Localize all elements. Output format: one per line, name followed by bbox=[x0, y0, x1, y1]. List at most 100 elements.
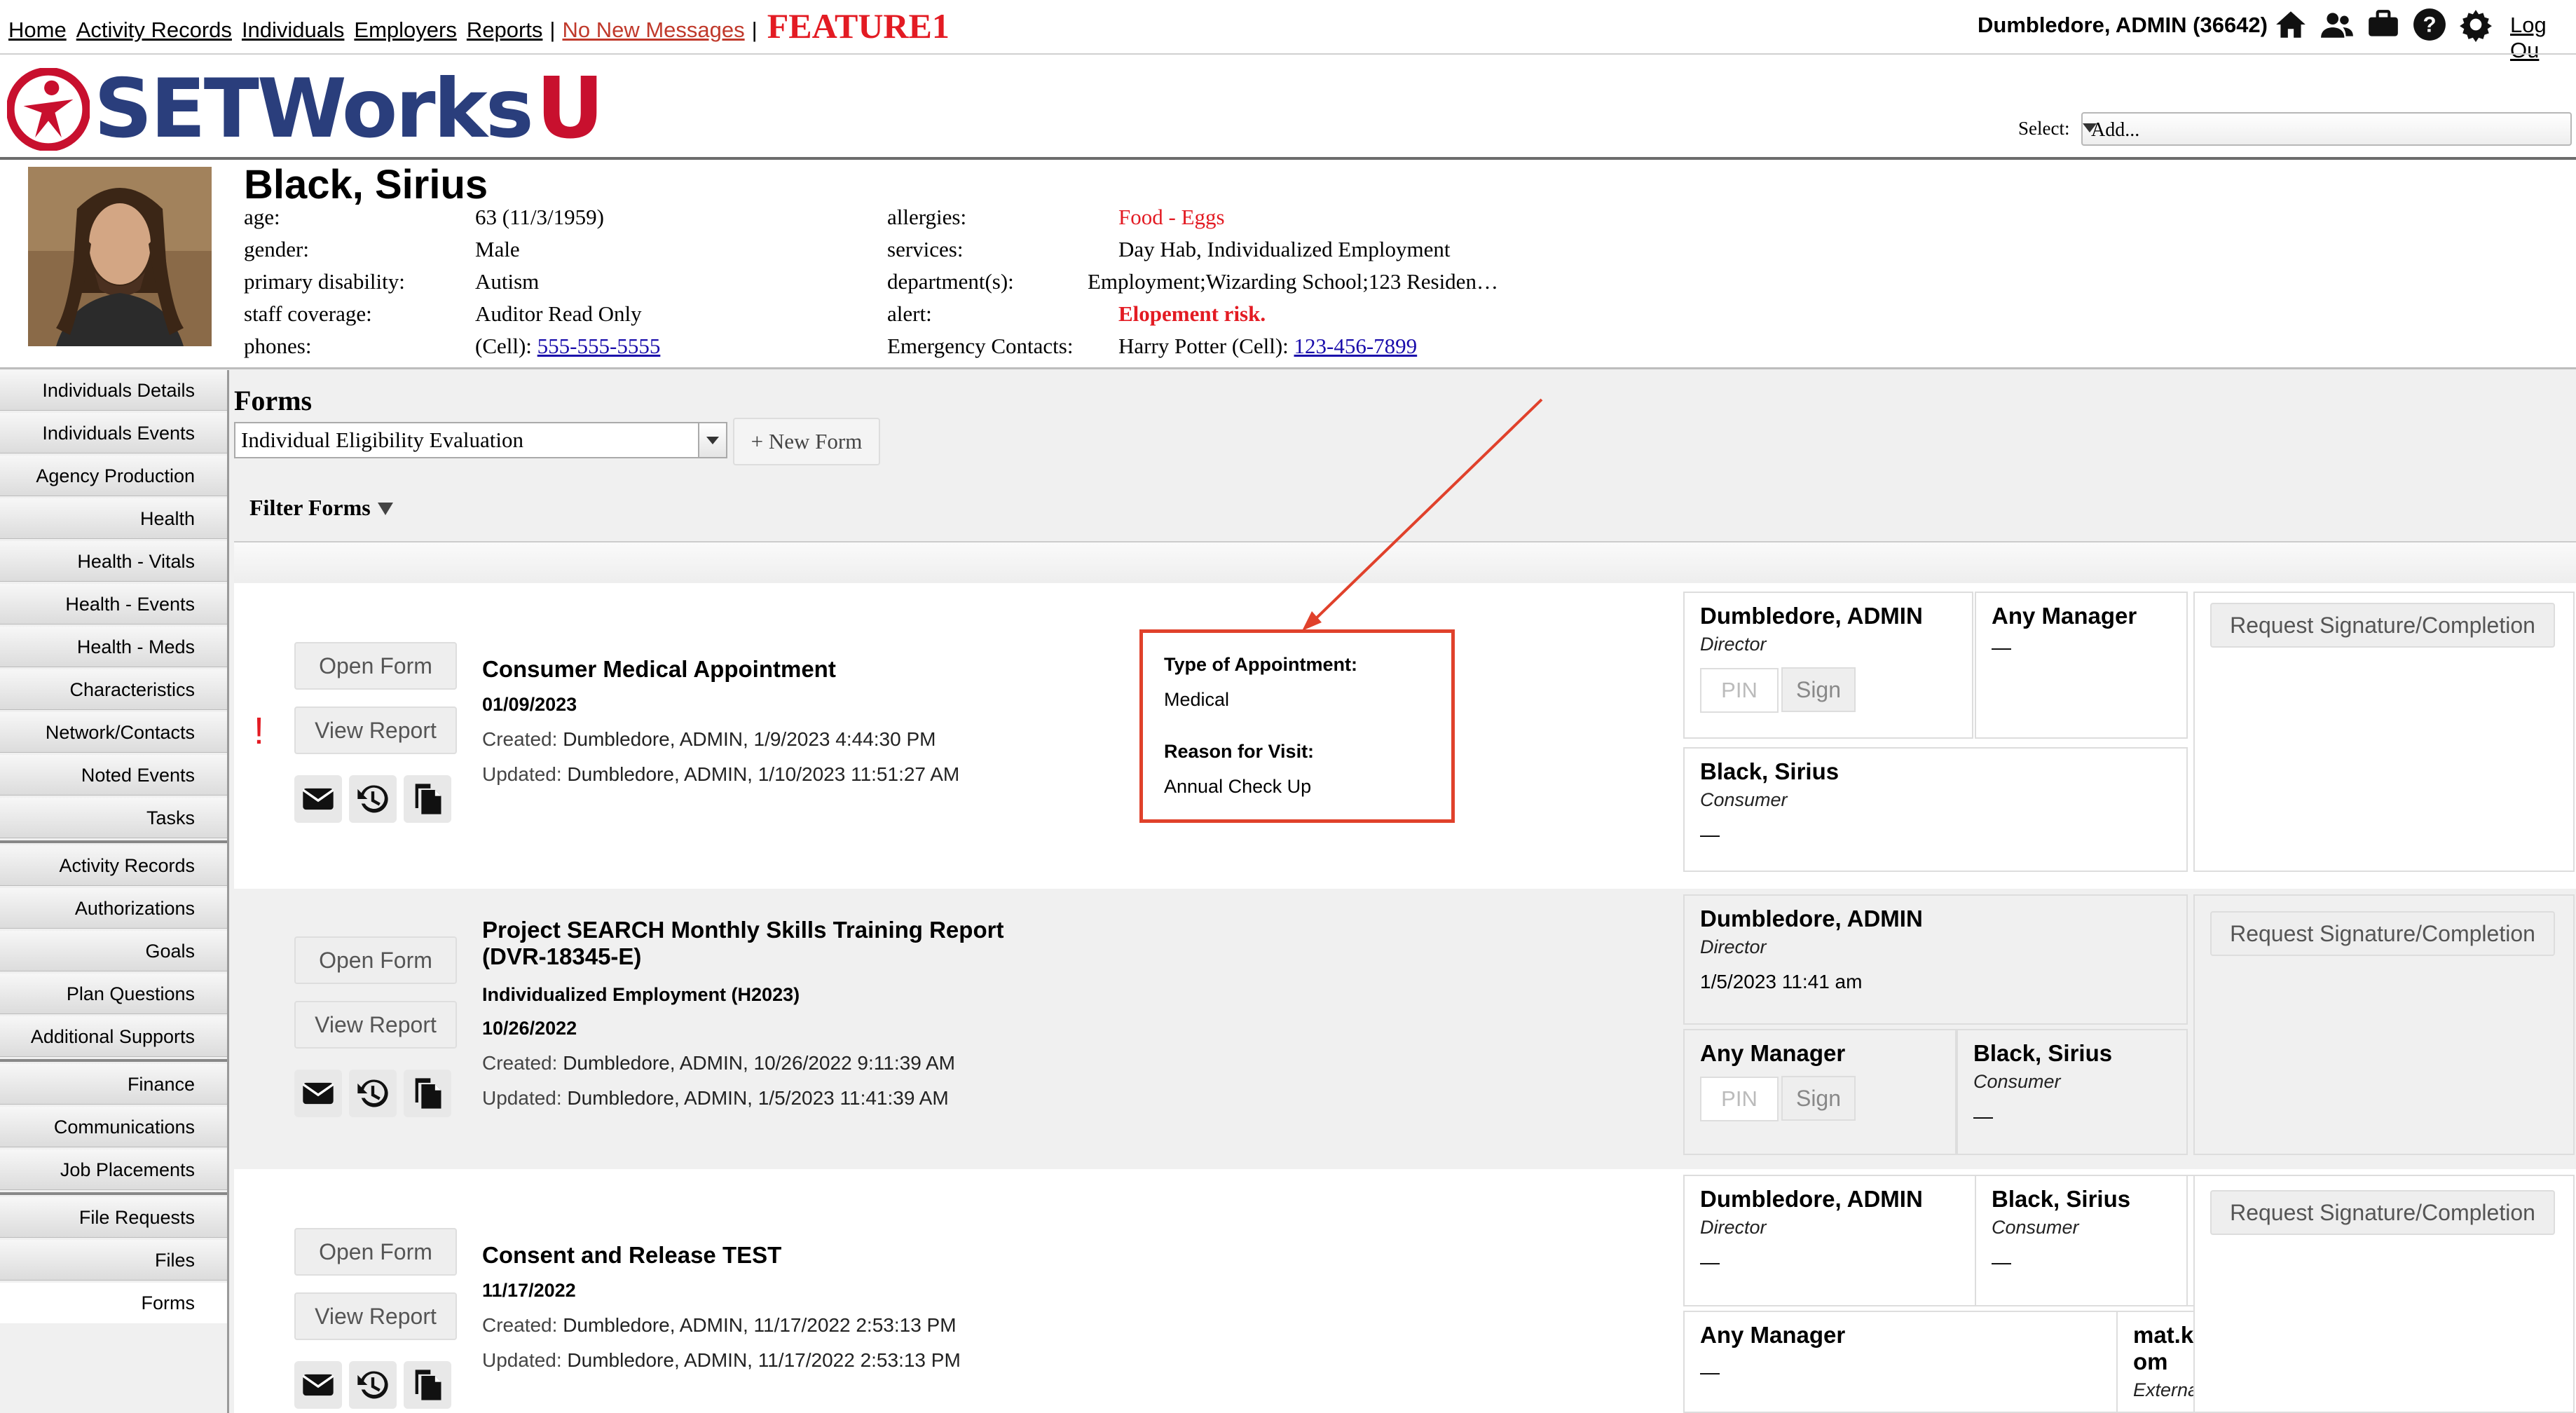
open-form-button[interactable]: Open Form bbox=[294, 936, 457, 984]
logout-link[interactable]: Log Ou bbox=[2510, 13, 2576, 63]
sidebar-item-communications[interactable]: Communications bbox=[0, 1107, 228, 1147]
form-title[interactable]: Project SEARCH Monthly Skills Training R… bbox=[482, 917, 1003, 970]
signer-name: Black, Sirius bbox=[1700, 758, 1839, 784]
sidebar-item-plan-questions[interactable]: Plan Questions bbox=[0, 974, 228, 1014]
filter-forms-toggle[interactable]: Filter Forms bbox=[249, 495, 393, 521]
gender-value: Male bbox=[475, 237, 520, 261]
sidebar-item-noted-events[interactable]: Noted Events bbox=[0, 755, 228, 796]
nav-reports-link[interactable]: Reports bbox=[467, 18, 543, 43]
form-title-line1: Project SEARCH Monthly Skills Training R… bbox=[482, 917, 1004, 943]
history-button[interactable] bbox=[349, 1070, 397, 1117]
sidebar-item-finance[interactable]: Finance bbox=[0, 1064, 228, 1105]
sidebar-item-authorizations[interactable]: Authorizations bbox=[0, 888, 228, 929]
nav-separator: | bbox=[549, 18, 556, 42]
email-button[interactable] bbox=[294, 775, 342, 823]
sidebar-item-file-requests[interactable]: File Requests bbox=[0, 1197, 228, 1238]
new-form-button[interactable]: + New Form bbox=[733, 418, 880, 465]
help-icon[interactable]: ? bbox=[2412, 7, 2447, 42]
sidebar-item-health[interactable]: Health bbox=[0, 498, 228, 539]
sidebar-item-health-vitals[interactable]: Health - Vitals bbox=[0, 541, 228, 582]
annotation-callout: Type of Appointment: Medical Reason for … bbox=[1139, 629, 1455, 823]
copy-button[interactable] bbox=[404, 775, 451, 823]
sidebar-item-job-placements[interactable]: Job Placements bbox=[0, 1149, 228, 1190]
view-report-button[interactable]: View Report bbox=[294, 1001, 457, 1049]
created-value: Dumbledore, ADMIN, 1/9/2023 4:44:30 PM bbox=[563, 728, 936, 750]
sidebar-item-tasks[interactable]: Tasks bbox=[0, 798, 228, 838]
created-value: Dumbledore, ADMIN, 11/17/2022 2:53:13 PM bbox=[563, 1314, 957, 1336]
disability-value: Autism bbox=[475, 269, 540, 294]
form-type-select[interactable]: Individual Eligibility Evaluation bbox=[234, 422, 727, 458]
age-label: age: bbox=[244, 205, 280, 229]
history-button[interactable] bbox=[349, 1361, 397, 1409]
setworks-logo[interactable]: SETWorks U bbox=[7, 67, 604, 151]
current-user: Dumbledore, ADMIN (36642) bbox=[1978, 13, 2268, 37]
sidebar-item-forms[interactable]: Forms bbox=[0, 1283, 228, 1323]
sidebar-item-activity-records[interactable]: Activity Records bbox=[0, 845, 228, 886]
sidebar-item-individuals-events[interactable]: Individuals Events bbox=[0, 413, 228, 453]
sidebar-item-network-contacts[interactable]: Network/Contacts bbox=[0, 712, 228, 753]
sidebar-item-health-meds[interactable]: Health - Meds bbox=[0, 627, 228, 667]
emergency-phone-link[interactable]: 123-456-7899 bbox=[1294, 334, 1418, 358]
filter-bar bbox=[234, 541, 2576, 586]
history-button[interactable] bbox=[349, 775, 397, 823]
open-form-button[interactable]: Open Form bbox=[294, 642, 457, 690]
users-icon[interactable] bbox=[2320, 7, 2355, 42]
sidebar-item-goals[interactable]: Goals bbox=[0, 931, 228, 971]
signer-card: Dumbledore, ADMIN Director 1/5/2023 11:4… bbox=[1683, 894, 2188, 1025]
sidebar-item-health-events[interactable]: Health - Events bbox=[0, 584, 228, 624]
request-signature-button[interactable]: Request Signature/Completion bbox=[2210, 911, 2555, 956]
signer-name: Black, Sirius bbox=[1992, 1186, 2131, 1212]
form-title[interactable]: Consumer Medical Appointment bbox=[482, 656, 836, 683]
phone-link[interactable]: 555-555-5555 bbox=[537, 334, 661, 358]
created-label: Created: bbox=[482, 1314, 558, 1336]
signer-name: Any Manager bbox=[1700, 1322, 1846, 1348]
email-button[interactable] bbox=[294, 1070, 342, 1117]
sign-button[interactable]: Sign bbox=[1781, 667, 1856, 712]
sidebar-item-files[interactable]: Files bbox=[0, 1240, 228, 1281]
sidebar-item-additional-supports[interactable]: Additional Supports bbox=[0, 1016, 228, 1057]
signer-name: Dumbledore, ADMIN bbox=[1700, 906, 1923, 931]
add-select[interactable]: Add... bbox=[2081, 112, 2572, 146]
sidebar-divider bbox=[0, 1192, 228, 1195]
warning-flag: ! bbox=[254, 710, 265, 752]
request-signature-button[interactable]: Request Signature/Completion bbox=[2210, 603, 2555, 648]
email-button[interactable] bbox=[294, 1361, 342, 1409]
nav-individuals-link[interactable]: Individuals bbox=[242, 18, 344, 43]
open-form-button[interactable]: Open Form bbox=[294, 1228, 457, 1276]
sign-button[interactable]: Sign bbox=[1781, 1076, 1856, 1121]
sidebar-item-characteristics[interactable]: Characteristics bbox=[0, 669, 228, 710]
copy-button[interactable] bbox=[404, 1361, 451, 1409]
signer-card: Black, Sirius Consumer — bbox=[1957, 1029, 2188, 1155]
email-icon bbox=[302, 1082, 334, 1105]
form-meta: Created: Dumbledore, ADMIN, 10/26/2022 9… bbox=[482, 1046, 955, 1116]
chevron-down-icon[interactable] bbox=[698, 423, 726, 457]
nav-employers-link[interactable]: Employers bbox=[354, 18, 456, 43]
sidebar-item-agency-production[interactable]: Agency Production bbox=[0, 456, 228, 496]
view-report-button[interactable]: View Report bbox=[294, 1292, 457, 1340]
email-icon bbox=[302, 1374, 334, 1396]
sidebar-divider bbox=[0, 1059, 228, 1062]
view-report-button[interactable]: View Report bbox=[294, 706, 457, 754]
copy-button[interactable] bbox=[404, 1070, 451, 1117]
messages-link[interactable]: No New Messages bbox=[562, 18, 744, 43]
sidebar: Individuals Details Individuals Events A… bbox=[0, 370, 228, 1325]
filter-forms-label: Filter Forms bbox=[249, 495, 371, 520]
emergency-contacts-label: Emergency Contacts: bbox=[887, 334, 1074, 358]
signer-name: Any Manager bbox=[1700, 1040, 1846, 1066]
nav-home-link[interactable]: Home bbox=[8, 18, 67, 43]
nav-activity-records-link[interactable]: Activity Records bbox=[76, 18, 232, 43]
emergency-contact-value: Harry Potter (Cell): 123-456-7899 bbox=[1118, 330, 1498, 362]
gear-icon[interactable] bbox=[2458, 7, 2493, 42]
portrait-image bbox=[28, 167, 212, 346]
home-icon[interactable] bbox=[2273, 7, 2308, 42]
updated-label: Updated: bbox=[482, 763, 562, 785]
form-title[interactable]: Consent and Release TEST bbox=[482, 1242, 781, 1269]
sidebar-item-individuals-details[interactable]: Individuals Details bbox=[0, 370, 228, 411]
profile-right-labels: allergies: services: department(s): aler… bbox=[887, 201, 1073, 362]
pin-input[interactable]: PIN bbox=[1700, 668, 1779, 713]
briefcase-icon[interactable] bbox=[2366, 7, 2401, 42]
pin-input[interactable]: PIN bbox=[1700, 1077, 1779, 1121]
signer-status: — bbox=[1973, 1105, 1993, 1127]
request-signature-button[interactable]: Request Signature/Completion bbox=[2210, 1190, 2555, 1235]
signer-card: Black, Sirius Consumer — bbox=[1683, 747, 2188, 872]
